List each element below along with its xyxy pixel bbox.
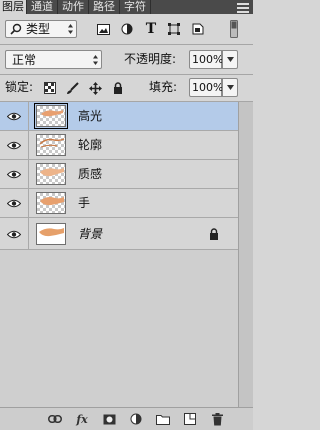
add-layer-mask-icon[interactable] [101,411,117,427]
filter-shape-layer-icon[interactable] [167,22,181,36]
layer-filter-row: 类型 T [0,14,253,44]
layer-name: 手 [78,196,91,210]
fill-input[interactable]: 100% [189,78,224,97]
visibility-eye-icon[interactable] [4,224,24,244]
layer-thumbnail [36,192,66,214]
link-layers-icon[interactable] [47,411,63,427]
lock-fill-row: 锁定: 填充: 100% [0,75,253,101]
tab-character[interactable]: 字符 [120,0,151,14]
layer-thumbnail [36,223,66,245]
filter-smart-object-icon[interactable] [191,22,205,36]
new-group-folder-icon[interactable] [155,411,171,427]
layer-name: 背景 [78,227,103,241]
lock-label: 锁定: [5,80,34,94]
lock-image-pixels-brush-icon[interactable] [65,81,79,95]
tab-channels[interactable]: 通道 [27,0,58,14]
opacity-value: 100% [192,53,224,66]
opacity-input[interactable]: 100% [189,50,224,69]
lock-icon [207,227,221,241]
filter-kind-select[interactable]: 类型 [5,20,77,38]
visibility-eye-icon[interactable] [4,135,24,155]
layer-name: 轮廓 [78,138,103,152]
lock-position-move-icon[interactable] [88,81,102,95]
lock-all-icon[interactable] [111,81,125,95]
opacity-label: 不透明度: [124,52,177,66]
layers-list: 高光 轮廓 质感 手 背景 [0,102,253,407]
blend-opacity-row: 正常 不透明度: 100% [0,45,253,74]
layer-name: 高光 [78,109,103,123]
chevron-down-icon [226,84,234,90]
filter-pixel-layer-icon[interactable] [96,22,110,36]
fill-label: 填充: [149,80,178,94]
search-icon [9,22,23,36]
layer-row[interactable]: 轮廓 [0,131,238,160]
updown-arrows-icon [90,53,100,67]
panel-menu-icon[interactable] [237,1,249,13]
lock-transparent-pixels-icon[interactable] [43,81,57,95]
layer-thumbnail [34,103,68,129]
chevron-down-icon [226,56,234,62]
layer-row[interactable]: 手 [0,189,238,218]
layers-scrollbar[interactable] [238,102,253,407]
blend-mode-select[interactable]: 正常 [5,50,102,69]
filter-kind-label: 类型 [26,22,51,36]
layer-row[interactable]: 背景 [0,218,238,250]
blend-mode-value: 正常 [12,53,37,67]
layers-bottom-toolbar: fx [0,407,253,430]
layer-thumbnail [36,163,66,185]
tab-layers[interactable]: 图层 [0,0,27,14]
delete-layer-trash-icon[interactable] [209,411,225,427]
fill-value: 100% [192,81,224,94]
layer-name: 质感 [78,167,103,181]
layer-thumbnail [36,134,66,156]
tab-actions[interactable]: 动作 [58,0,89,14]
visibility-eye-icon[interactable] [4,164,24,184]
visibility-eye-icon[interactable] [4,106,24,126]
visibility-eye-icon[interactable] [4,193,24,213]
panel-tab-bar: 图层 通道 动作 路径 字符 [0,0,253,14]
add-layer-style-icon[interactable]: fx [74,411,90,427]
new-adjustment-layer-icon[interactable] [128,411,144,427]
updown-arrows-icon [65,22,75,36]
opacity-dropdown-button[interactable] [222,50,238,69]
filter-type-layer-icon[interactable]: T [144,21,158,37]
filter-toggle-switch[interactable] [229,19,239,39]
fill-dropdown-button[interactable] [222,78,238,97]
layer-row[interactable]: 质感 [0,160,238,189]
layer-row[interactable]: 高光 [0,102,238,131]
new-layer-icon[interactable] [182,411,198,427]
tab-paths[interactable]: 路径 [89,0,120,14]
filter-adjustment-layer-icon[interactable] [120,22,134,36]
